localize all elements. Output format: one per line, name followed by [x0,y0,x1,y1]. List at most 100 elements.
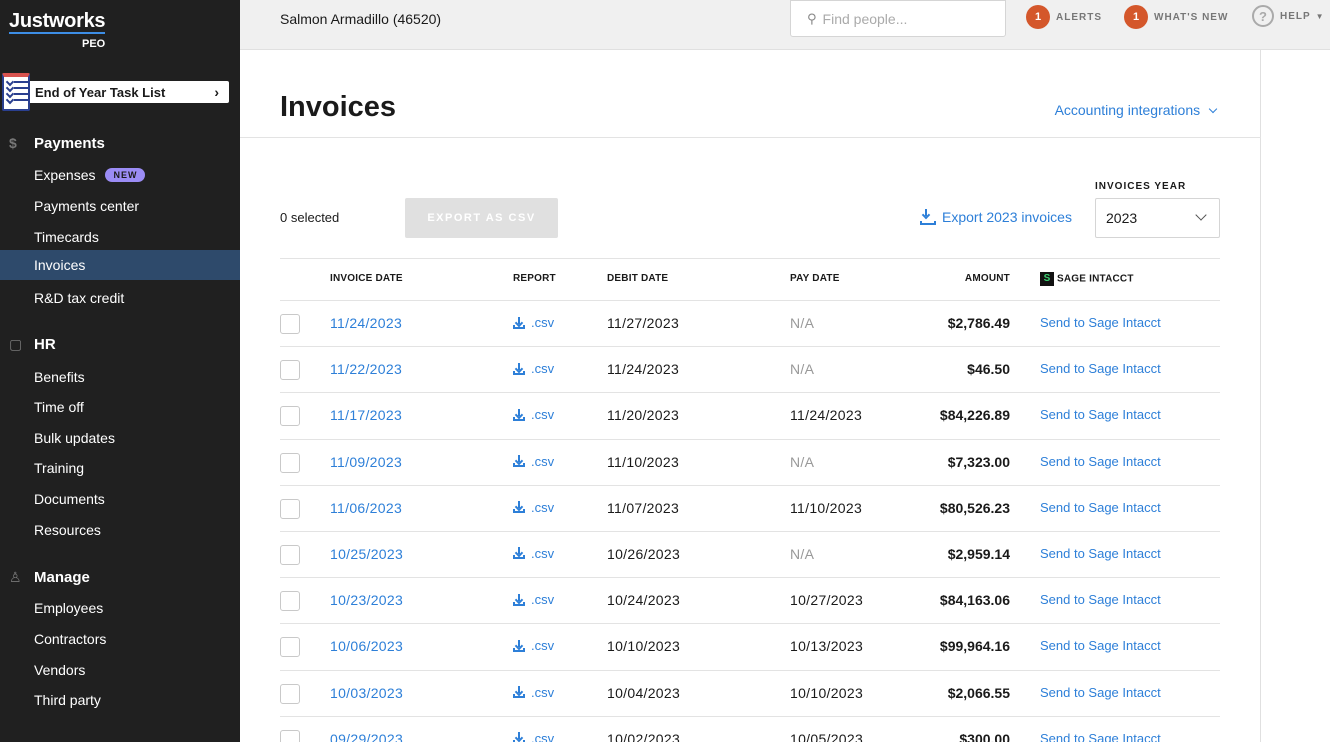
invoice-date-link[interactable]: 11/24/2023 [330,315,402,331]
report-csv-link[interactable]: .csv [513,592,554,607]
invoice-date-link[interactable]: 10/23/2023 [330,592,403,608]
table-header: INVOICE DATE REPORT DEBIT DATE PAY DATE … [280,258,1220,301]
send-to-sage-intacct-link[interactable]: Send to Sage Intacct [1040,685,1161,700]
send-to-sage-intacct-link[interactable]: Send to Sage Intacct [1040,361,1161,376]
invoice-date-link[interactable]: 10/06/2023 [330,638,403,654]
sidebar-item-time-off[interactable]: Time off [0,392,240,422]
report-csv-link[interactable]: .csv [513,454,554,469]
sidebar-item-label: Payments center [34,198,140,214]
sidebar-item-bulk-updates[interactable]: Bulk updates [0,423,240,453]
row-checkbox[interactable] [280,452,300,473]
chevron-down-icon [1195,209,1207,221]
search-input[interactable] [822,10,993,27]
pay-date: 10/05/2023 [790,730,864,742]
sidebar-item-timecards[interactable]: Timecards [0,222,240,252]
dollar-icon: $ [9,135,17,151]
header-sage-intacct: S SAGE INTACCT [1040,272,1134,286]
alerts-link[interactable]: 1 ALERTS [1026,5,1102,29]
send-to-sage-intacct-link[interactable]: Send to Sage Intacct [1040,454,1161,469]
sidebar-item-payments-center[interactable]: Payments center [0,191,240,221]
alerts-label: ALERTS [1056,11,1102,23]
export-as-csv-button[interactable]: EXPORT AS CSV [405,198,558,238]
download-icon [513,732,525,742]
section-title: HR [34,335,56,353]
help-link[interactable]: ? HELP ▼ [1252,5,1325,27]
sidebar-item-label: Time off [34,399,84,415]
row-checkbox[interactable] [280,314,300,334]
row-checkbox[interactable] [280,683,300,704]
send-to-sage-intacct-link[interactable]: Send to Sage Intacct [1040,500,1161,515]
report-label: .csv [531,361,555,377]
amount: $2,066.55 [947,684,1010,701]
invoice-date-link[interactable]: 11/09/2023 [330,454,402,470]
sidebar-item-documents[interactable]: Documents [0,484,240,514]
report-label: .csv [531,545,555,561]
row-checkbox[interactable] [280,729,300,742]
row-checkbox[interactable] [280,544,300,565]
search-box[interactable]: ⚲ [790,0,1006,37]
download-icon [513,501,525,514]
header-amount[interactable]: AMOUNT [965,273,1010,284]
sidebar-item-third-party[interactable]: Third party [0,685,240,715]
sidebar-item-contractors[interactable]: Contractors [0,624,240,654]
accounting-integrations-dropdown[interactable]: Accounting integrations [1055,102,1218,118]
report-csv-link[interactable]: .csv [513,731,554,742]
sidebar-item-label: Training [34,460,85,476]
report-csv-link[interactable]: .csv [513,361,554,376]
checklist-icon [2,73,30,111]
send-to-sage-intacct-link[interactable]: Send to Sage Intacct [1040,731,1161,742]
sidebar-item-vendors[interactable]: Vendors [0,655,240,685]
report-csv-link[interactable]: .csv [513,315,554,330]
pay-date: 10/13/2023 [790,638,864,655]
sidebar-item-training[interactable]: Training [0,453,240,483]
invoice-date-link[interactable]: 11/06/2023 [330,500,402,516]
send-to-sage-intacct-link[interactable]: Send to Sage Intacct [1040,407,1161,422]
row-checkbox[interactable] [280,360,300,381]
export-year-label: Export 2023 invoices [942,209,1072,225]
right-gutter [1262,50,1330,742]
invoice-date-link[interactable]: 11/22/2023 [330,361,402,377]
invoice-date-link[interactable]: 10/25/2023 [330,546,403,562]
sidebar-item-expenses[interactable]: Expenses NEW [0,160,240,190]
debit-date: 11/24/2023 [607,361,680,378]
brand-sub: PEO [82,38,106,50]
report-label: .csv [531,453,555,469]
debit-date: 11/27/2023 [607,315,680,331]
row-checkbox[interactable] [280,406,300,427]
row-checkbox[interactable] [280,637,300,658]
sidebar-item-label: Vendors [34,662,86,678]
whats-new-link[interactable]: 1 WHAT'S NEW [1124,5,1228,29]
send-to-sage-intacct-link[interactable]: Send to Sage Intacct [1040,546,1161,561]
sidebar-item-rd-tax-credit[interactable]: R&D tax credit [0,283,240,313]
sidebar-item-benefits[interactable]: Benefits [0,362,240,392]
report-csv-link[interactable]: .csv [513,638,554,653]
report-csv-link[interactable]: .csv [513,546,554,561]
header-invoice-date[interactable]: INVOICE DATE [330,273,403,284]
invoice-date-link[interactable]: 09/29/2023 [330,731,403,742]
invoices-year-label: INVOICES YEAR [1095,181,1187,192]
report-csv-link[interactable]: .csv [513,500,554,515]
invoice-date-link[interactable]: 10/03/2023 [330,685,403,701]
report-csv-link[interactable]: .csv [513,407,554,422]
header-pay-date[interactable]: PAY DATE [790,273,840,284]
sidebar-item-resources[interactable]: Resources [0,515,240,545]
row-checkbox[interactable] [280,591,300,612]
sidebar-item-invoices[interactable]: Invoices [0,250,240,280]
amount: $300.00 [959,730,1010,742]
send-to-sage-intacct-link[interactable]: Send to Sage Intacct [1040,638,1161,653]
report-csv-link[interactable]: .csv [513,685,554,700]
row-checkbox[interactable] [280,498,300,519]
search-icon: ⚲ [807,10,817,26]
sidebar-item-employees[interactable]: Employees [0,593,240,623]
send-to-sage-intacct-link[interactable]: Send to Sage Intacct [1040,592,1161,607]
send-to-sage-intacct-link[interactable]: Send to Sage Intacct [1040,315,1161,330]
download-icon [920,209,936,225]
header-debit-date[interactable]: DEBIT DATE [607,273,668,284]
report-label: .csv [531,638,555,654]
end-of-year-task-list-button[interactable]: End of Year Task List › [2,81,229,103]
export-year-invoices-link[interactable]: Export 2023 invoices [920,209,1072,225]
invoices-year-select[interactable]: 2023 [1095,198,1220,238]
sidebar: Justworks PEO End of Year Task List › $ … [0,0,240,742]
invoice-date-link[interactable]: 11/17/2023 [330,407,402,423]
brand-logo[interactable]: Justworks PEO [9,10,106,50]
